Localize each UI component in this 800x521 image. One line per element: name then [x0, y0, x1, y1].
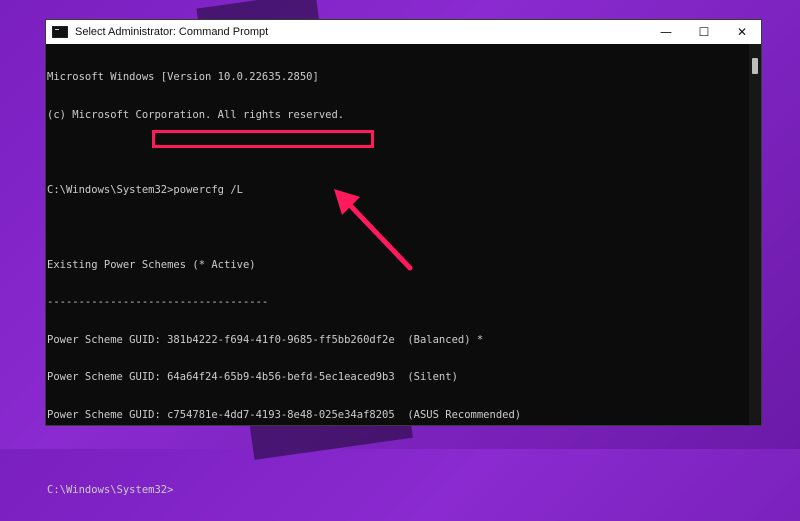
guid-highlight-box	[152, 130, 374, 148]
vertical-scrollbar[interactable]	[749, 44, 761, 425]
console-line: Power Scheme GUID: 381b4222-f694-41f0-96…	[47, 333, 484, 346]
title-bar[interactable]: Select Administrator: Command Prompt — ☐…	[46, 20, 761, 44]
minimize-button[interactable]: —	[647, 20, 685, 44]
close-button[interactable]: ✕	[723, 20, 761, 44]
pointer-arrow-icon	[334, 189, 413, 271]
maximize-button[interactable]: ☐	[685, 20, 723, 44]
window-controls: — ☐ ✕	[647, 20, 761, 44]
terminal-icon	[52, 26, 68, 38]
console-line: Power Scheme GUID: 64a64f24-65b9-4b56-be…	[47, 371, 458, 383]
scrollbar-thumb[interactable]	[752, 58, 758, 74]
console-line: (c) Microsoft Corporation. All rights re…	[47, 108, 345, 121]
console-line: Microsoft Windows [Version 10.0.22635.28…	[47, 71, 319, 83]
window-title: Select Administrator: Command Prompt	[75, 26, 269, 38]
console-line: -----------------------------------	[47, 296, 269, 308]
console-line: Power Scheme GUID: c754781e-4dd7-4193-8e…	[47, 408, 522, 421]
console-line: C:\Windows\System32>	[47, 483, 174, 496]
